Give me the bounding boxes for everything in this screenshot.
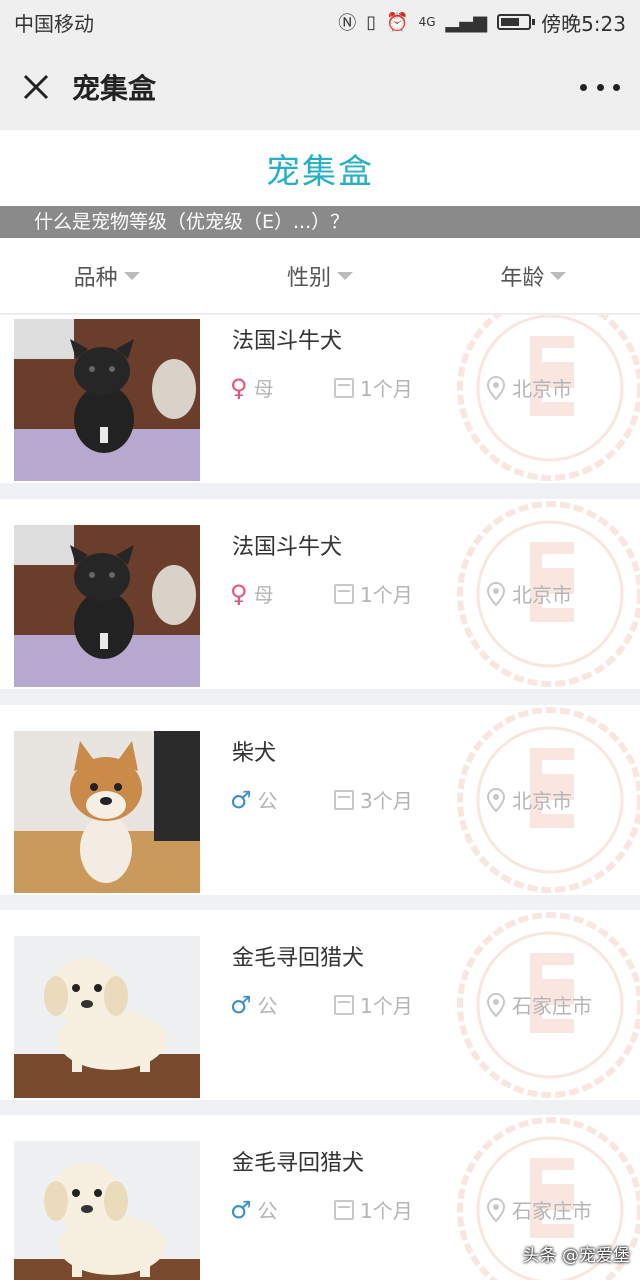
pet-age: 3个月 (334, 785, 486, 814)
pet-card[interactable]: 金毛寻回猎犬 ♂ 公 1个月 石家庄市 (0, 910, 640, 1100)
pet-meta: ♀ 母 1个月 北京市 (230, 579, 572, 608)
location-pin-icon (486, 992, 506, 1017)
pet-name: 法国斗牛犬 (232, 535, 343, 560)
battery-icon (497, 14, 536, 30)
pet-name: 金毛寻回猎犬 (232, 1151, 365, 1176)
caret-down-icon (123, 271, 140, 280)
more-dot-icon (580, 83, 587, 91)
age-label: 1个月 (360, 1199, 413, 1223)
pet-gender: ♂ 公 (230, 990, 334, 1019)
vibrate-icon: ▯ (366, 11, 377, 33)
caret-down-icon (337, 271, 353, 280)
pet-location: 石家庄市 (486, 1195, 592, 1224)
filter-label: 性别 (286, 265, 331, 291)
more-button[interactable] (580, 77, 620, 97)
pet-location: 北京市 (486, 785, 572, 814)
more-dot-icon (596, 83, 604, 91)
gender-label: 公 (257, 994, 278, 1018)
pet-meta: ♂ 公 1个月 石家庄市 (230, 1195, 592, 1224)
filter-bar: 品种 性别 年龄 (0, 238, 640, 314)
filter-label: 品种 (73, 265, 118, 291)
pet-photo (14, 731, 200, 893)
city-label: 北京市 (512, 583, 572, 607)
brand-title: 宠集盒 (266, 151, 374, 192)
pet-location: 石家庄市 (486, 990, 592, 1019)
filter-breed[interactable]: 品种 (0, 238, 213, 313)
age-label: 1个月 (360, 994, 413, 1018)
city-label: 北京市 (512, 789, 572, 813)
age-label: 3个月 (360, 789, 413, 813)
city-label: 石家庄市 (512, 1199, 592, 1223)
location-pin-icon (486, 1197, 506, 1222)
pet-name: 法国斗牛犬 (232, 329, 343, 354)
status-bar: 中国移动 Ⓝ ▯ ⏰ 4G ▂▄▆ 傍晚5:23 (0, 0, 640, 44)
gender-label: 母 (253, 377, 274, 401)
close-button[interactable] (20, 71, 52, 103)
pet-age: 1个月 (334, 373, 486, 402)
gender-label: 公 (257, 789, 278, 813)
status-icons: Ⓝ ▯ ⏰ 4G ▂▄▆ 傍晚5:23 (338, 8, 626, 37)
pet-level-notice[interactable]: 什么是宠物等级（优宠级（E）...）？ (0, 206, 640, 238)
watermark: 头条 @宠爱堡 (522, 1246, 630, 1266)
gender-label: 公 (257, 1199, 278, 1223)
more-dot-icon (613, 83, 620, 91)
city-label: 石家庄市 (512, 994, 592, 1018)
close-icon (23, 74, 49, 100)
clock: 傍晚5:23 (541, 11, 626, 36)
signal-icon: ▂▄▆ (445, 11, 488, 33)
pet-photo (14, 319, 200, 481)
location-pin-icon (486, 375, 506, 400)
pet-location: 北京市 (486, 373, 572, 402)
pet-location: 北京市 (486, 579, 572, 608)
pet-photo (14, 525, 200, 687)
page-header: 宠集盒 (0, 130, 640, 206)
pet-age: 1个月 (334, 579, 486, 608)
age-label: 1个月 (360, 377, 413, 401)
location-pin-icon (486, 581, 506, 606)
calendar-icon (334, 377, 354, 398)
age-label: 1个月 (360, 583, 413, 607)
gender-label: 母 (253, 583, 274, 607)
pet-photo (14, 936, 200, 1098)
city-label: 北京市 (512, 377, 572, 401)
pet-gender: ♀ 母 (230, 579, 334, 608)
pet-name: 柴犬 (232, 741, 277, 766)
gender-icon: ♂ (230, 990, 252, 1019)
pet-gender: ♀ 母 (230, 373, 334, 402)
location-pin-icon (486, 787, 506, 812)
pet-meta: ♂ 公 3个月 北京市 (230, 785, 572, 814)
gender-icon: ♂ (230, 785, 252, 814)
pet-age: 1个月 (334, 1195, 486, 1224)
pet-list: 法国斗牛犬 ♀ 母 1个月 北京市 法国斗牛犬 ♀ 母 1个月 北京市 柴犬 ♂… (0, 315, 640, 1280)
alarm-icon: ⏰ (386, 11, 409, 33)
filter-label: 年龄 (500, 265, 545, 291)
nfc-icon: Ⓝ (338, 13, 357, 34)
filter-age[interactable]: 年龄 (427, 238, 640, 313)
calendar-icon (334, 789, 354, 810)
pet-card[interactable]: 法国斗牛犬 ♀ 母 1个月 北京市 (0, 499, 640, 689)
carrier-name: 中国移动 (14, 11, 94, 36)
gender-icon: ♂ (230, 1195, 252, 1224)
pet-name: 金毛寻回猎犬 (232, 946, 365, 971)
pet-photo (14, 1141, 200, 1280)
pet-gender: ♂ 公 (230, 785, 334, 814)
gender-icon: ♀ (230, 579, 248, 608)
nav-title: 宠集盒 (72, 72, 157, 105)
calendar-icon (334, 1199, 354, 1220)
filter-gender[interactable]: 性别 (213, 238, 426, 313)
pet-age: 1个月 (334, 990, 486, 1019)
nav-bar: 宠集盒 (0, 44, 640, 130)
network-type: 4G (418, 15, 436, 29)
pet-gender: ♂ 公 (230, 1195, 334, 1224)
pet-meta: ♀ 母 1个月 北京市 (230, 373, 572, 402)
pet-card[interactable]: 柴犬 ♂ 公 3个月 北京市 (0, 705, 640, 895)
pet-card[interactable]: 法国斗牛犬 ♀ 母 1个月 北京市 (0, 315, 640, 483)
calendar-icon (334, 583, 354, 604)
gender-icon: ♀ (230, 373, 248, 402)
caret-down-icon (550, 271, 567, 280)
pet-meta: ♂ 公 1个月 石家庄市 (230, 990, 592, 1019)
calendar-icon (334, 994, 354, 1015)
